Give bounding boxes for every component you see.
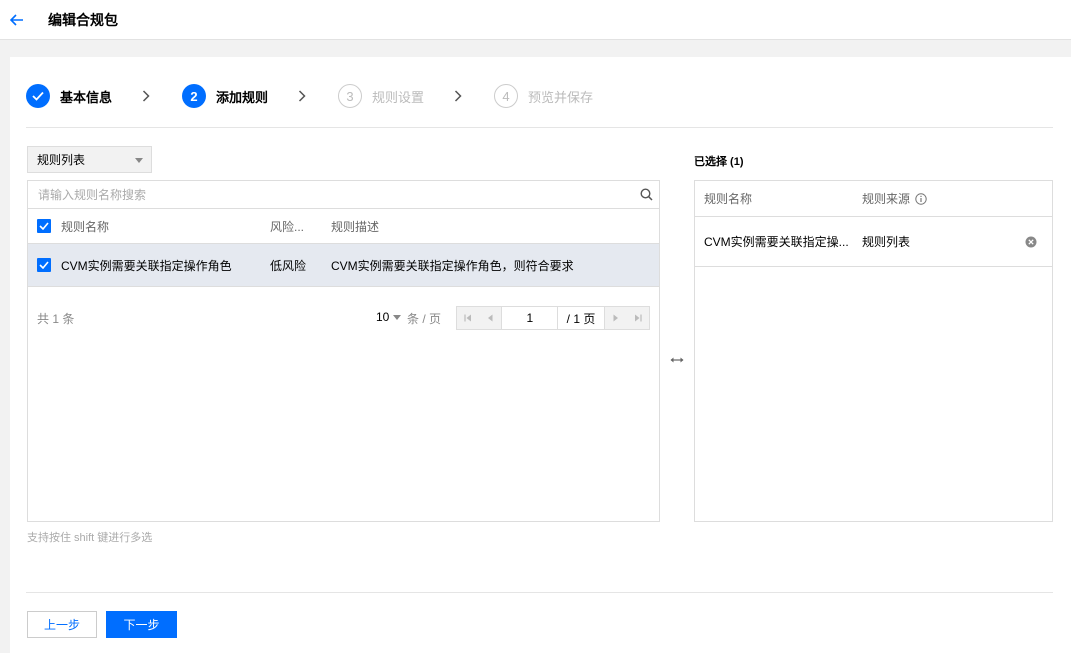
rule-name: CVM实例需要关联指定操作角色 (61, 258, 232, 273)
selected-rule-name: CVM实例需要关联指定操... (704, 235, 849, 249)
search-bar (28, 181, 659, 209)
info-icon[interactable] (914, 192, 927, 205)
prev-step-button[interactable]: 上一步 (27, 611, 97, 638)
chevron-right-icon (294, 88, 310, 104)
caret-down-icon (393, 314, 402, 320)
step-number: 2 (182, 84, 207, 108)
select-value: 规则列表 (37, 153, 86, 167)
rule-source-select[interactable]: 规则列表 (27, 146, 152, 173)
page-size-value: 10 (376, 310, 390, 324)
step-number: 4 (494, 84, 519, 108)
total-pages: / 1 页 (558, 307, 605, 329)
step-preview-save: 4 预览并保存 (494, 84, 593, 108)
step-label: 规则设置 (372, 89, 425, 105)
divider (26, 592, 1053, 593)
current-page-input[interactable] (501, 307, 559, 329)
selected-title: 已选择 (1) (694, 156, 744, 168)
column-header-description: 规则描述 (331, 219, 380, 234)
step-label: 基本信息 (60, 89, 113, 105)
column-header-source-label: 规则来源 (862, 192, 911, 206)
main-card: 基本信息 2 添加规则 3 规则设置 4 预览并保存 规则列表 请输入规则名称搜… (10, 57, 1071, 653)
rule-risk: 低风险 (270, 258, 307, 273)
select-all-checkbox[interactable] (37, 219, 51, 233)
column-header-name: 规则名称 (704, 192, 753, 206)
selected-row: CVM实例需要关联指定操... 规则列表 (695, 217, 1052, 267)
step-add-rules: 2 添加规则 (182, 84, 268, 108)
step-number: 3 (338, 84, 363, 108)
search-input[interactable] (28, 181, 633, 208)
caret-down-icon (135, 158, 143, 163)
prev-page-icon[interactable] (479, 307, 501, 329)
table-row[interactable]: CVM实例需要关联指定操作角色 低风险 CVM实例需要关联指定操作角色，则符合要… (28, 244, 659, 287)
page-navigator: / 1 页 (456, 306, 650, 330)
row-checkbox[interactable] (37, 258, 51, 272)
multiselect-hint: 支持按住 shift 键进行多选 (27, 532, 153, 544)
last-page-icon[interactable] (627, 307, 649, 329)
rule-list-panel: 规则名称 风险... 规则描述 CVM实例需要关联指定操作角色 低风险 CVM实… (27, 180, 660, 522)
column-header-name: 规则名称 (61, 219, 110, 234)
first-page-icon[interactable] (457, 307, 479, 329)
pagination: 共 1 条 10 条 / 页 / 1 页 (28, 305, 659, 331)
page-size-select[interactable]: 10 (376, 310, 402, 324)
divider (26, 127, 1053, 128)
page-size-unit: 条 / 页 (407, 312, 442, 326)
check-icon (26, 84, 50, 108)
total-count: 共 1 条 (37, 311, 75, 326)
step-rule-settings: 3 规则设置 (338, 84, 424, 108)
chevron-right-icon (138, 88, 154, 104)
swap-arrows-icon (668, 354, 686, 366)
step-label: 预览并保存 (528, 89, 594, 105)
back-arrow-icon[interactable] (2, 5, 32, 35)
rule-description: CVM实例需要关联指定操作角色，则符合要求 (331, 258, 574, 273)
table-header: 规则名称 风险... 规则描述 (28, 209, 659, 244)
selected-rule-source: 规则列表 (862, 235, 911, 249)
step-basic-info: 基本信息 (26, 84, 112, 108)
next-page-icon[interactable] (605, 307, 627, 329)
page-title: 编辑合规包 (48, 11, 118, 28)
search-icon[interactable] (633, 182, 659, 208)
stepper: 基本信息 2 添加规则 3 规则设置 4 预览并保存 (26, 83, 593, 109)
next-step-button[interactable]: 下一步 (106, 611, 177, 638)
selected-table-header: 规则名称 规则来源 (695, 181, 1052, 217)
chevron-right-icon (450, 88, 466, 104)
selected-panel: 规则名称 规则来源 CVM实例需要关联指定操... 规则列表 (694, 180, 1053, 522)
step-label: 添加规则 (216, 89, 269, 105)
remove-circle-icon[interactable] (1024, 235, 1038, 249)
page-header: 编辑合规包 (0, 0, 1071, 40)
column-header-source: 规则来源 (862, 190, 1052, 207)
column-header-risk: 风险... (270, 219, 305, 234)
